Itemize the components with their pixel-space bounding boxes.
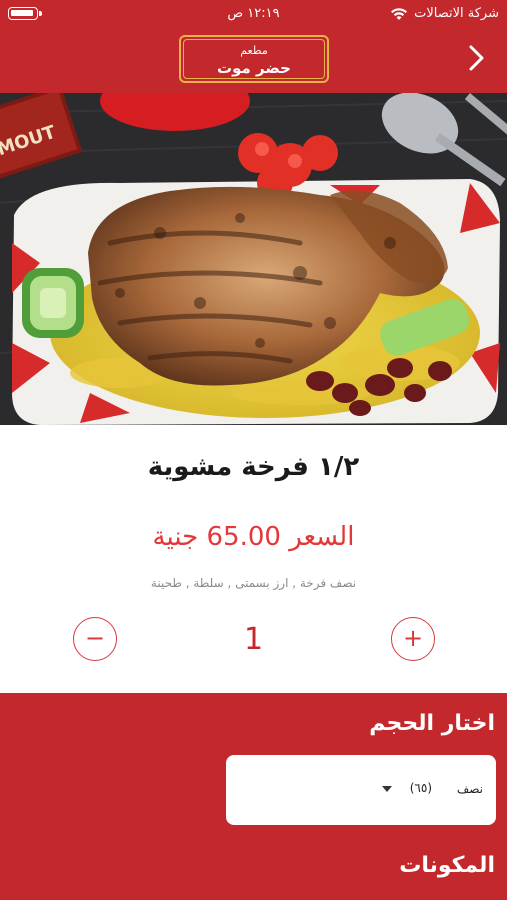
app-header: ١٢:١٩ ص شركة الاتصالات مطعم حضر موت: [0, 0, 507, 93]
options-panel: اختار الحجم نصف (٦٥) المكونات: [0, 693, 507, 900]
components-section-label: المكونات: [399, 853, 495, 878]
restaurant-logo: مطعم حضر موت: [179, 35, 329, 83]
product-title: ١/٢ فرخة مشوية: [147, 452, 360, 482]
product-price: السعر 65.00 جنية: [152, 522, 355, 552]
restaurant-prefix: مطعم: [240, 44, 268, 57]
back-button[interactable]: [465, 44, 489, 72]
product-ingredients: نصف فرخة , ارز بسمتى , سلطة , طحينة: [150, 576, 357, 590]
increase-quantity-button[interactable]: +: [391, 617, 435, 661]
selected-size-price: (٦٥): [409, 781, 432, 795]
chevron-right-icon: [469, 45, 484, 71]
product-image: MOUT: [0, 93, 507, 425]
status-carrier-group: شركة الاتصالات: [390, 6, 499, 21]
dropdown-arrow-icon: [382, 786, 392, 792]
size-section-label: اختار الحجم: [369, 711, 495, 736]
wifi-icon: [390, 7, 408, 21]
status-bar: ١٢:١٩ ص شركة الاتصالات: [0, 0, 507, 28]
restaurant-name: حضر موت: [217, 59, 291, 77]
size-select[interactable]: نصف (٦٥): [226, 755, 496, 825]
selected-size-name: نصف: [456, 782, 483, 796]
carrier-name: شركة الاتصالات: [414, 6, 499, 21]
